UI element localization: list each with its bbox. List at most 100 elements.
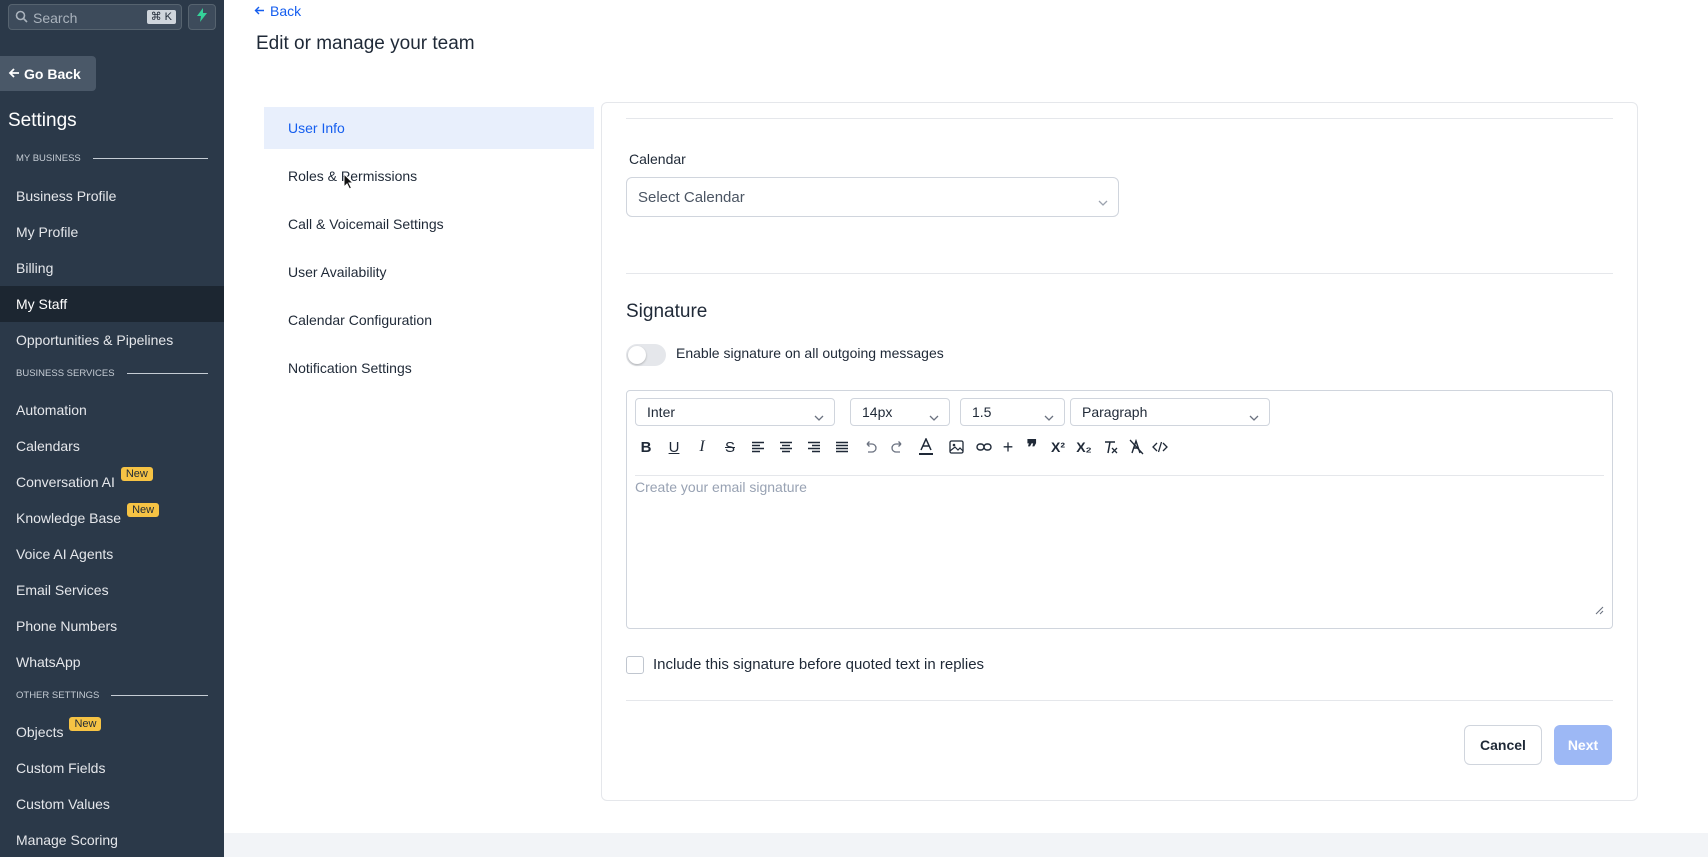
lightning-icon [196, 7, 208, 27]
subnav-notification-settings[interactable]: Notification Settings [264, 347, 594, 389]
settings-title: Settings [8, 110, 77, 131]
align-center-icon[interactable] [776, 435, 796, 459]
align-left-icon[interactable] [748, 435, 768, 459]
divider [626, 700, 1613, 701]
subnav-user-availability[interactable]: User Availability [264, 251, 594, 293]
next-button[interactable]: Next [1554, 725, 1612, 765]
sidebar-item-manage-scoring[interactable]: Manage Scoring [0, 822, 224, 857]
align-right-icon[interactable] [804, 435, 824, 459]
section-my-business: MY BUSINESS [16, 153, 208, 164]
chevron-down-icon [1249, 408, 1259, 424]
main-content: Back Edit or manage your team User Info … [224, 0, 1708, 857]
sidebar-item-conversation-ai[interactable]: Conversation AI New [0, 464, 224, 500]
link-icon[interactable] [974, 435, 994, 459]
go-back-button[interactable]: Go Back [0, 56, 96, 91]
align-justify-icon[interactable] [832, 435, 852, 459]
sidebar-item-phone-numbers[interactable]: Phone Numbers [0, 608, 224, 644]
sidebar-item-my-profile[interactable]: My Profile [0, 214, 224, 250]
subnav-roles-permissions[interactable]: Roles & Permissions [264, 155, 594, 197]
bold-icon[interactable]: B [636, 435, 656, 459]
user-info-card: Calendar Select Calendar Signature Enabl… [601, 102, 1638, 801]
undo-icon[interactable] [860, 435, 880, 459]
clear-format-icon[interactable] [1100, 435, 1120, 459]
settings-subnav: User Info Roles & Permissions Call & Voi… [264, 107, 594, 395]
signature-textarea[interactable]: Create your email signature [635, 479, 807, 495]
search-placeholder: Search [33, 10, 78, 26]
sidebar-item-label: Conversation AI [16, 474, 115, 490]
signature-toggle[interactable] [626, 344, 666, 366]
block-format-value: Paragraph [1082, 404, 1148, 420]
resize-handle-icon[interactable] [1595, 602, 1604, 620]
chevron-down-icon [1044, 408, 1054, 424]
font-family-select[interactable]: Inter [635, 398, 835, 426]
calendar-select-value: Select Calendar [638, 188, 745, 206]
underline-icon[interactable]: U [664, 435, 684, 459]
plus-icon[interactable]: + [998, 435, 1018, 459]
font-size-select[interactable]: 14px [850, 398, 950, 426]
font-size-value: 14px [862, 404, 893, 420]
calendar-select[interactable]: Select Calendar [626, 177, 1119, 217]
signature-toggle-label: Enable signature on all outgoing message… [676, 345, 944, 361]
back-label: Back [270, 3, 302, 19]
sidebar-item-custom-values[interactable]: Custom Values [0, 786, 224, 822]
sidebar-item-label: Objects [16, 724, 64, 740]
sidebar-item-whatsapp[interactable]: WhatsApp [0, 644, 224, 680]
line-height-value: 1.5 [972, 404, 992, 420]
go-back-label: Go Back [24, 65, 81, 82]
subscript-icon[interactable]: X₂ [1074, 435, 1094, 459]
section-other-settings: OTHER SETTINGS [16, 690, 208, 701]
subnav-calendar-configuration[interactable]: Calendar Configuration [264, 299, 594, 341]
new-badge: New [120, 467, 153, 481]
calendar-label: Calendar [629, 151, 686, 167]
divider [635, 475, 1604, 476]
sidebar-item-objects[interactable]: Objects New [0, 714, 224, 750]
divider [626, 273, 1613, 274]
sidebar-item-custom-fields[interactable]: Custom Fields [0, 750, 224, 786]
back-link[interactable]: Back [254, 3, 301, 19]
section-label: MY BUSINESS [16, 153, 81, 164]
cancel-button[interactable]: Cancel [1464, 725, 1542, 765]
sidebar-item-calendars[interactable]: Calendars [0, 428, 224, 464]
include-signature-checkbox[interactable] [626, 656, 644, 674]
block-format-select[interactable]: Paragraph [1070, 398, 1270, 426]
text-color-icon[interactable] [916, 435, 936, 459]
signature-editor: Inter 14px 1.5 Paragraph B U I S + ❞ X² … [626, 390, 1613, 629]
page-title: Edit or manage your team [256, 33, 475, 54]
image-icon[interactable] [946, 435, 966, 459]
sidebar-item-voice-ai[interactable]: Voice AI Agents [0, 536, 224, 572]
divider [626, 118, 1613, 119]
subnav-user-info[interactable]: User Info [264, 107, 594, 149]
mouse-cursor-icon [343, 172, 355, 195]
arrow-left-icon [254, 3, 265, 19]
section-label: BUSINESS SERVICES [16, 368, 115, 379]
search-input[interactable]: Search ⌘ K [8, 4, 182, 30]
subnav-call-voicemail[interactable]: Call & Voicemail Settings [264, 203, 594, 245]
search-icon [15, 10, 28, 28]
sidebar-item-opportunities[interactable]: Opportunities & Pipelines [0, 322, 224, 358]
toggle-knob [628, 346, 646, 364]
italic-icon[interactable]: I [692, 435, 712, 459]
section-label: OTHER SETTINGS [16, 690, 100, 701]
sidebar-item-business-profile[interactable]: Business Profile [0, 178, 224, 214]
clear-style-icon[interactable] [1126, 435, 1146, 459]
divider [126, 373, 208, 374]
signature-title: Signature [626, 301, 708, 322]
superscript-icon[interactable]: X² [1048, 435, 1068, 459]
strikethrough-icon[interactable]: S [720, 435, 740, 459]
quote-icon[interactable]: ❞ [1022, 435, 1042, 459]
quick-action-button[interactable] [188, 4, 216, 30]
sidebar-item-billing[interactable]: Billing [0, 250, 224, 286]
include-signature-label: Include this signature before quoted tex… [653, 656, 985, 673]
redo-icon[interactable] [888, 435, 908, 459]
code-icon[interactable] [1150, 435, 1170, 459]
arrow-left-icon [8, 66, 20, 82]
chevron-down-icon [929, 408, 939, 424]
divider [111, 695, 208, 696]
sidebar-item-automation[interactable]: Automation [0, 392, 224, 428]
line-height-select[interactable]: 1.5 [960, 398, 1065, 426]
sidebar-item-my-staff[interactable]: My Staff [0, 286, 224, 322]
sidebar: Search ⌘ K Go Back Settings MY BUSINESS … [0, 0, 224, 857]
sidebar-item-knowledge-base[interactable]: Knowledge Base New [0, 500, 224, 536]
sidebar-item-email-services[interactable]: Email Services [0, 572, 224, 608]
footer-band [224, 833, 1708, 857]
